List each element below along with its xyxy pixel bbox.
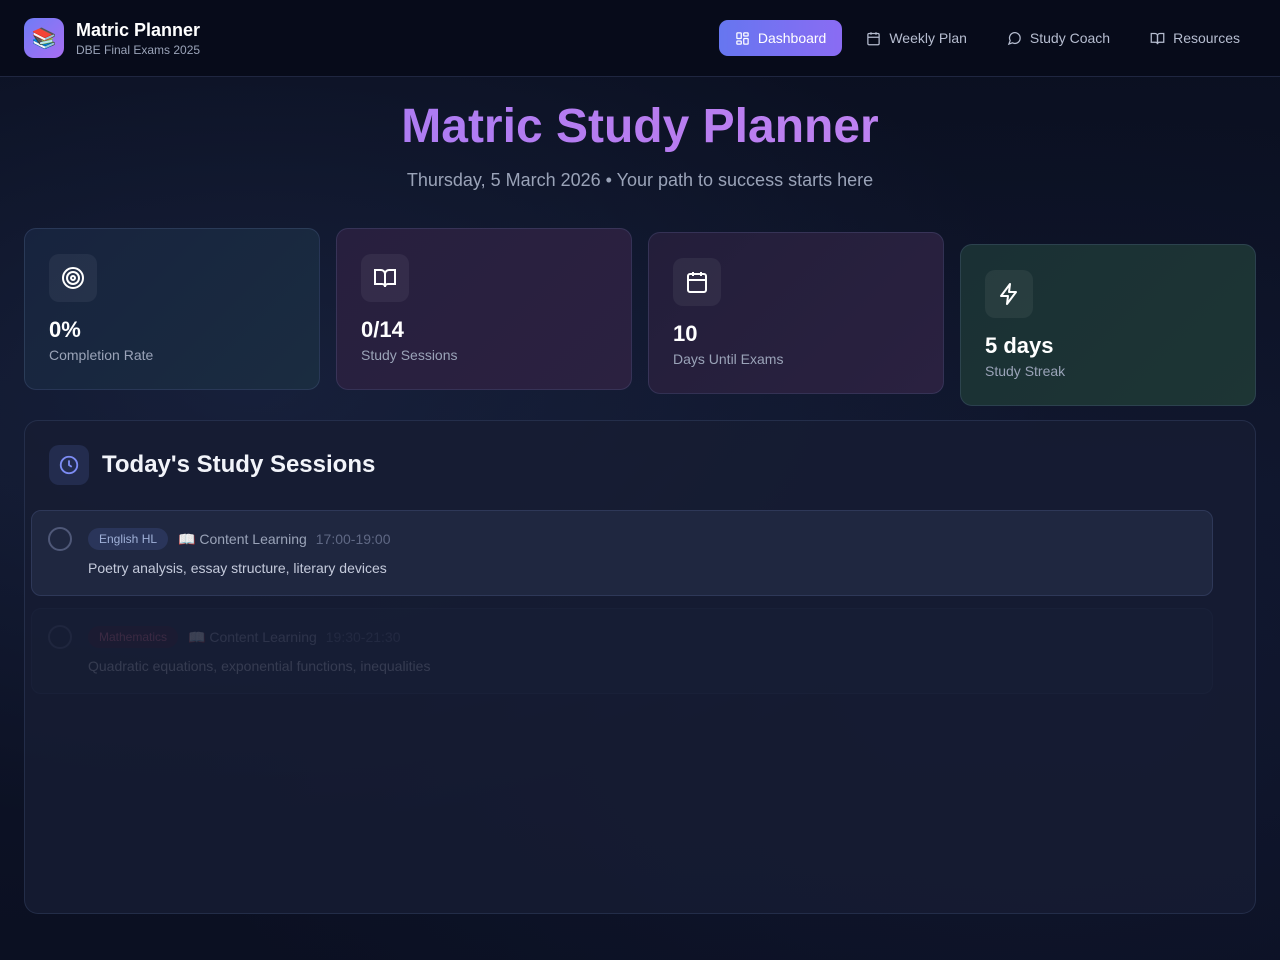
stat-card-study-streak: 5 days Study Streak (960, 244, 1256, 406)
stat-label: Completion Rate (49, 347, 154, 363)
panel-title: Today's Study Sessions (102, 451, 376, 478)
session-item[interactable]: Mathematics 📖 Content Learning 19:30-21:… (31, 608, 1213, 694)
stat-label: Study Streak (985, 363, 1066, 379)
stat-value: 0/14 (361, 317, 404, 342)
top-navigation-bar: 📚 Matric Planner DBE Final Exams 2025 Da… (0, 0, 1280, 77)
main-nav: Dashboard Weekly Plan Study Coach Resour… (711, 20, 1256, 56)
book-open-icon (361, 254, 409, 302)
session-description: Poetry analysis, essay structure, litera… (88, 560, 387, 576)
session-meta: Mathematics 📖 Content Learning 19:30-21:… (88, 626, 401, 648)
session-type: 📖 Content Learning (188, 628, 317, 645)
session-item[interactable]: English HL 📖 Content Learning 17:00-19:0… (31, 510, 1213, 596)
calendar-icon (866, 31, 881, 46)
session-description: Quadratic equations, exponential functio… (88, 658, 431, 674)
stat-label: Study Sessions (361, 347, 458, 363)
nav-dashboard-label: Dashboard (757, 30, 827, 46)
nav-dashboard[interactable]: Dashboard (718, 20, 843, 56)
session-time: 19:30-21:30 (325, 629, 401, 645)
nav-study-coach-label: Study Coach (1029, 30, 1111, 46)
app-logo-icon: 📚 (24, 18, 64, 58)
stat-label: Days Until Exams (673, 351, 784, 367)
stat-card-days-until-exams: 10 Days Until Exams (648, 232, 944, 394)
session-type: 📖 Content Learning (178, 530, 307, 547)
lightning-icon (985, 270, 1033, 318)
app-title: Matric Planner (76, 20, 201, 40)
subject-badge: Mathematics (88, 626, 179, 648)
nav-resources[interactable]: Resources (1134, 20, 1256, 56)
session-complete-checkbox[interactable] (48, 625, 72, 649)
session-time: 17:00-19:00 (315, 531, 391, 547)
stat-value: 0% (49, 317, 81, 342)
stat-value: 5 days (985, 333, 1054, 358)
subject-badge: English HL (88, 528, 169, 550)
target-icon (49, 254, 97, 302)
stat-card-completion: 0% Completion Rate (24, 228, 320, 390)
app-subtitle: DBE Final Exams 2025 (76, 43, 201, 57)
nav-study-coach[interactable]: Study Coach (991, 20, 1126, 56)
stat-value: 10 (673, 321, 698, 346)
calendar-icon (673, 258, 721, 306)
brand-text: Matric Planner DBE Final Exams 2025 (76, 19, 200, 57)
stat-card-sessions: 0/14 Study Sessions (336, 228, 632, 390)
session-complete-checkbox[interactable] (48, 527, 72, 551)
nav-resources-label: Resources (1173, 30, 1240, 46)
chat-icon (1007, 31, 1022, 46)
todays-sessions-panel: Today's Study Sessions English HL 📖 Cont… (24, 420, 1256, 914)
page-title: Matric Study Planner (0, 98, 1280, 156)
clock-icon (49, 445, 89, 485)
page-subtitle: Thursday, 5 March 2026 • Your path to su… (406, 170, 874, 190)
nav-weekly-plan-label: Weekly Plan (889, 30, 967, 46)
book-open-icon (1150, 31, 1165, 46)
session-meta: English HL 📖 Content Learning 17:00-19:0… (88, 528, 391, 550)
grid-icon (735, 31, 750, 46)
panel-header: Today's Study Sessions (49, 445, 375, 485)
brand[interactable]: 📚 Matric Planner DBE Final Exams 2025 (24, 18, 200, 58)
nav-weekly-plan[interactable]: Weekly Plan (850, 20, 983, 56)
